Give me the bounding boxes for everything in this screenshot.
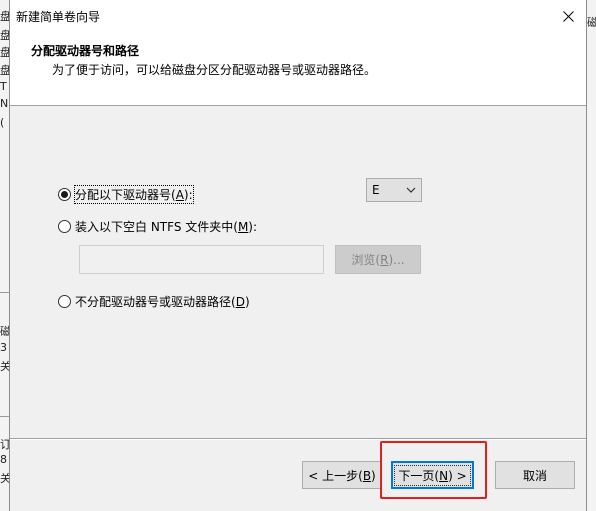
close-icon <box>562 10 574 22</box>
bg-text-fragment: 8 <box>0 453 7 466</box>
cancel-button[interactable]: 取消 <box>495 461 575 489</box>
annotation-highlight-box <box>380 441 487 499</box>
bg-text-fragment: 3 <box>0 341 7 354</box>
chevron-down-icon <box>406 187 416 193</box>
window-title: 新建简单卷向导 <box>16 10 101 24</box>
radio-no-drive-letter[interactable]: 不分配驱动器号或驱动器路径(D) <box>58 293 250 310</box>
background-right-strip: 磁 <box>587 0 596 511</box>
bg-text-fragment: 盘 <box>0 29 9 42</box>
background-left-strip: 盘 盘 盘 盘 T N ( 磁 3 关 订 8 关 <box>0 0 9 511</box>
radio-assign-drive-letter[interactable]: 分配以下驱动器号(A): <box>58 185 194 204</box>
bg-text-fragment: N <box>0 97 9 110</box>
wizard-header: 分配驱动器号和路径 为了便于访问，可以给磁盘分区分配驱动器号或驱动器路径。 <box>10 32 586 106</box>
cancel-button-label: 取消 <box>522 468 547 483</box>
bg-divider <box>0 416 9 417</box>
page-title: 分配驱动器号和路径 <box>31 44 140 58</box>
page-subtitle: 为了便于访问，可以给磁盘分区分配驱动器号或驱动器路径。 <box>52 63 377 77</box>
wizard-window: 新建简单卷向导 分配驱动器号和路径 为了便于访问，可以给磁盘分区分配驱动器号或驱… <box>9 0 587 511</box>
bg-text-fragment: 订 <box>0 438 9 451</box>
radio-button[interactable] <box>58 188 71 201</box>
bg-text-fragment: 盘 <box>0 10 9 23</box>
radio-mount-ntfs-folder[interactable]: 装入以下空白 NTFS 文件夹中(M): <box>58 218 257 235</box>
browse-button-label: 浏览(R)... <box>351 253 405 267</box>
bg-text-fragment: 盘 <box>0 64 9 77</box>
bg-text-fragment: 关 <box>0 360 9 373</box>
drive-letter-value: E <box>372 183 380 197</box>
radio-assign-drive-letter-label: 分配以下驱动器号(A): <box>74 185 194 204</box>
bg-text-fragment: ( <box>0 116 5 129</box>
bg-text-fragment: 盘 <box>0 46 9 59</box>
radio-button[interactable] <box>58 220 71 233</box>
bg-text-fragment: 磁 <box>587 16 596 29</box>
radio-no-drive-letter-label: 不分配驱动器号或驱动器路径(D) <box>75 295 250 309</box>
bg-text-fragment: 磁 <box>0 325 9 338</box>
drive-letter-select[interactable]: E <box>366 178 422 202</box>
radio-mount-ntfs-folder-label: 装入以下空白 NTFS 文件夹中(M): <box>75 220 258 234</box>
back-button-label: < 上一步(B) <box>308 468 376 483</box>
close-button[interactable] <box>550 0 586 32</box>
folder-path-input[interactable] <box>79 245 324 274</box>
radio-selected-dot <box>61 191 68 198</box>
footer-divider-highlight <box>10 439 586 440</box>
back-button[interactable]: < 上一步(B) <box>302 461 382 489</box>
bg-text-fragment: 关 <box>0 472 9 485</box>
bg-text-fragment: T <box>0 80 7 93</box>
title-bar[interactable]: 新建简单卷向导 <box>10 0 586 32</box>
radio-button[interactable] <box>58 295 71 308</box>
browse-button[interactable]: 浏览(R)... <box>335 245 421 274</box>
bg-divider <box>0 292 9 293</box>
